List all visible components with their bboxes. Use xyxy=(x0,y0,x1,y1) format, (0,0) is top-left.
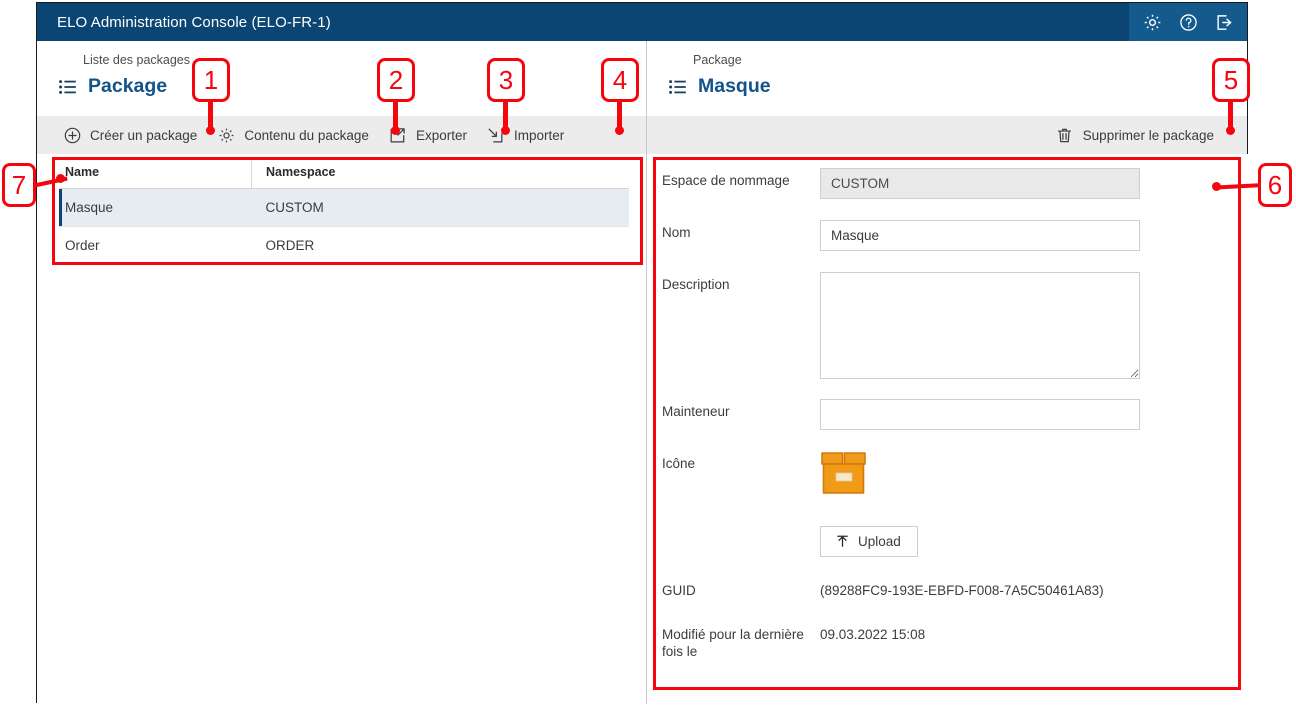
package-content-label: Contenu du package xyxy=(244,127,369,143)
field-row-name: Nom xyxy=(662,220,1140,251)
title-bar-actions xyxy=(1129,3,1247,41)
upload-label: Upload xyxy=(858,534,901,549)
annotation-dot-4 xyxy=(615,126,624,135)
field-row-namespace: Espace de nommage xyxy=(662,168,1140,199)
description-textarea[interactable] xyxy=(820,272,1140,379)
package-detail-panel: Espace de nommage Nom Description Mainte… xyxy=(647,154,1248,704)
create-package-button[interactable]: Créer un package xyxy=(55,122,209,148)
annotation-marker-4: 4 xyxy=(601,58,639,102)
annotation-marker-6: 6 xyxy=(1258,163,1292,207)
annotation-marker-1: 1 xyxy=(192,58,230,102)
left-pane-header: Liste des packages Package xyxy=(37,41,646,116)
right-page-title-row: Masque xyxy=(669,75,771,98)
cell-name: Order xyxy=(59,226,252,265)
application-window: ELO Administration Console (ELO-FR-1) Li… xyxy=(36,2,1248,704)
last-modified-value: 09.03.2022 15:08 xyxy=(820,627,926,642)
cell-namespace: CUSTOM xyxy=(251,188,629,227)
upload-button[interactable]: Upload xyxy=(820,526,918,557)
annotation-marker-5: 5 xyxy=(1212,58,1250,102)
field-row-modified: Modifié pour la dernière fois le 09.03.2… xyxy=(662,622,925,660)
delete-package-button[interactable]: Supprimer le package xyxy=(1048,122,1226,148)
import-label: Importer xyxy=(513,127,565,143)
label-icon: Icône xyxy=(662,456,696,471)
left-toolbar: Créer un package Contenu du package Expo… xyxy=(37,116,646,154)
cell-namespace: ORDER xyxy=(251,226,629,265)
toolbar: Créer un package Contenu du package Expo… xyxy=(37,116,1247,154)
label-last-modified: Modifié pour la dernière fois le xyxy=(662,627,804,659)
annotation-dot-5 xyxy=(1226,126,1235,135)
import-button[interactable]: Importer xyxy=(479,122,576,148)
annotation-dot-2 xyxy=(391,126,400,135)
field-row-guid: GUID (89288FC9-193E-EBFD-F008-7A5C50461A… xyxy=(662,578,1104,599)
gear-icon[interactable] xyxy=(1142,12,1162,32)
create-package-label: Créer un package xyxy=(90,127,198,143)
field-row-upload: Upload xyxy=(820,526,918,557)
trash-icon xyxy=(1056,126,1074,144)
right-toolbar: Supprimer le package xyxy=(647,116,1248,154)
page-title-left: Package xyxy=(88,75,168,97)
annotation-dot-7 xyxy=(56,174,65,183)
upload-arrow-icon xyxy=(835,534,850,549)
package-box-icon xyxy=(820,451,867,495)
breadcrumb-right: Package xyxy=(693,53,742,67)
package-table: Name Namespace Masque CUSTOM Order ORDER xyxy=(59,160,629,265)
column-header-name[interactable]: Name xyxy=(59,160,252,189)
field-row-maintainer: Mainteneur xyxy=(662,399,1140,430)
maintainer-input[interactable] xyxy=(820,399,1140,430)
annotation-marker-2: 2 xyxy=(377,58,415,102)
table-row[interactable]: Order ORDER xyxy=(59,226,629,265)
list-icon xyxy=(59,79,76,94)
package-list-panel: Name Namespace Masque CUSTOM Order ORDER xyxy=(37,154,646,704)
name-input[interactable] xyxy=(820,220,1140,251)
right-pane-header: Package Masque xyxy=(647,41,1248,116)
logout-icon[interactable] xyxy=(1214,12,1234,32)
column-header-namespace[interactable]: Namespace xyxy=(251,160,629,189)
window-title: ELO Administration Console (ELO-FR-1) xyxy=(57,13,331,31)
table-header-row: Name Namespace xyxy=(59,160,629,189)
table-row[interactable]: Masque CUSTOM xyxy=(59,188,629,227)
label-maintainer: Mainteneur xyxy=(662,404,730,419)
breadcrumb-left: Liste des packages xyxy=(83,53,191,67)
export-label: Exporter xyxy=(415,127,467,143)
annotation-dot-1 xyxy=(206,126,215,135)
cell-name: Masque xyxy=(59,188,252,227)
list-icon xyxy=(669,79,686,94)
plus-circle-icon xyxy=(63,126,81,144)
field-row-description: Description xyxy=(662,272,1140,384)
namespace-input xyxy=(820,168,1140,199)
annotation-marker-3: 3 xyxy=(487,58,525,102)
field-row-icon: Icône xyxy=(662,451,867,495)
package-content-button[interactable]: Contenu du package xyxy=(209,122,381,148)
gear-icon xyxy=(217,126,235,144)
annotation-dot-6 xyxy=(1212,182,1221,191)
label-namespace: Espace de nommage xyxy=(662,173,790,188)
page-title-right: Masque xyxy=(698,75,771,97)
delete-package-label: Supprimer le package xyxy=(1082,127,1214,143)
label-name: Nom xyxy=(662,225,691,240)
help-icon[interactable] xyxy=(1178,12,1198,32)
label-description: Description xyxy=(662,277,730,292)
left-page-title-row: Package xyxy=(59,75,167,98)
title-bar: ELO Administration Console (ELO-FR-1) xyxy=(37,3,1247,41)
label-guid: GUID xyxy=(662,583,696,598)
guid-value: (89288FC9-193E-EBFD-F008-7A5C50461A83) xyxy=(820,583,1104,598)
annotation-dot-3 xyxy=(501,126,510,135)
annotation-marker-7: 7 xyxy=(2,163,36,207)
